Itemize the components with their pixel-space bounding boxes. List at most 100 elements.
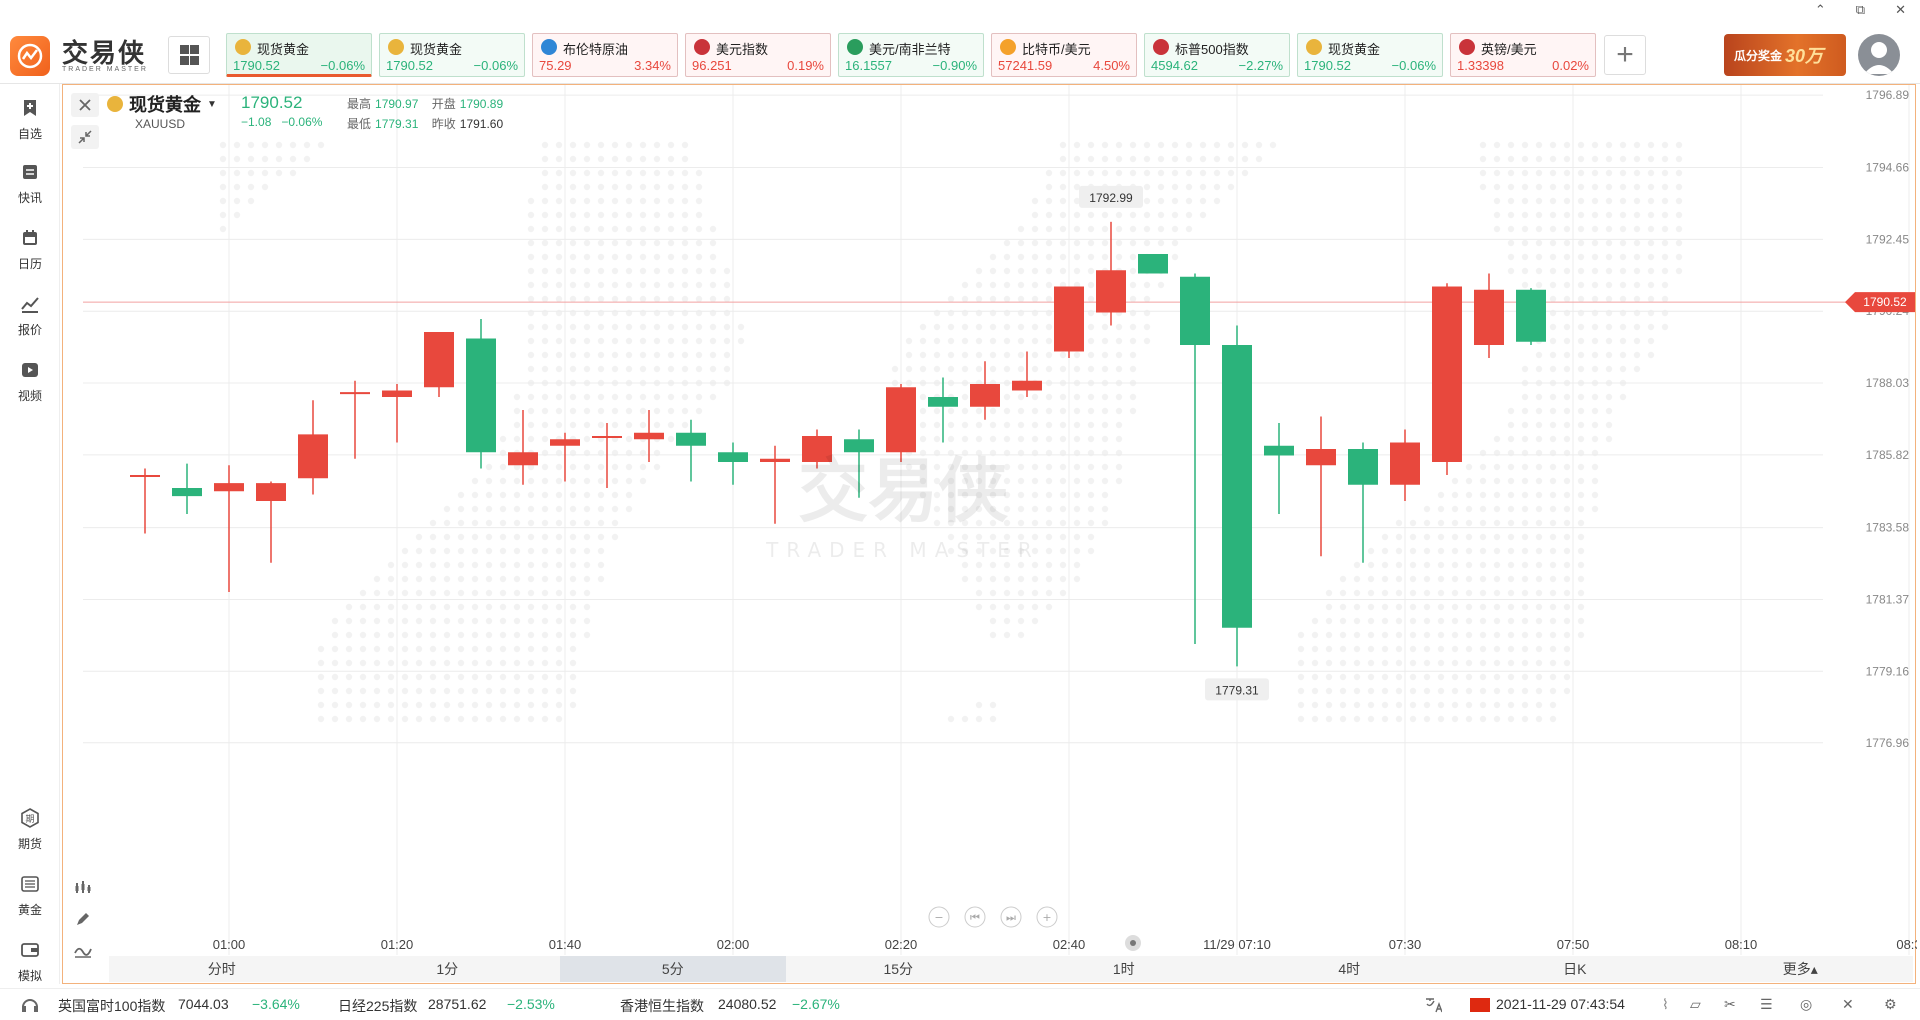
candle-body[interactable] [1012, 380, 1042, 391]
candle-body[interactable] [1138, 254, 1168, 274]
period-tab[interactable]: 1时 [1011, 956, 1237, 982]
promo-banner[interactable]: 瓜分奖金 30万 [1724, 34, 1846, 76]
close-chart-button[interactable] [71, 93, 99, 117]
watermark-dot [541, 617, 549, 625]
watermark-dot [1017, 491, 1025, 499]
candlestick-chart[interactable]: 1796.891794.661792.451790.241788.031785.… [63, 85, 1917, 955]
mute-icon[interactable]: ✕ [1842, 996, 1854, 1013]
minimize-icon[interactable]: ⌃ [1815, 2, 1826, 18]
ticker-card[interactable]: 现货黄金 1790.52 −0.06% [226, 33, 372, 77]
candle-body[interactable] [382, 390, 412, 398]
subchart-button[interactable] [69, 939, 97, 963]
candle-body[interactable] [256, 483, 286, 501]
sidebar-item-watchlist[interactable]: 自选 [0, 94, 60, 144]
candle-body[interactable] [592, 436, 622, 438]
sidebar-item-futures[interactable]: 期 期货 [0, 804, 60, 854]
candle-body[interactable] [760, 458, 790, 462]
sidebar-item-gold[interactable]: 黄金 [0, 870, 60, 920]
candle-body[interactable] [1222, 345, 1252, 628]
network-icon[interactable]: ⌇ [1662, 996, 1669, 1013]
avatar[interactable] [1858, 34, 1900, 76]
headset-icon[interactable] [20, 995, 40, 1015]
candle-body[interactable] [508, 452, 538, 466]
candle-body[interactable] [676, 432, 706, 446]
watermark-dot [569, 421, 577, 429]
period-tab[interactable]: 更多▴ [1688, 956, 1914, 982]
watermark-dot [1325, 645, 1333, 653]
watermark-dot [1591, 435, 1599, 443]
layout-grid-button[interactable] [168, 36, 210, 74]
ticker-card[interactable]: 标普500指数 4594.62 −2.27% [1144, 33, 1290, 77]
index-name-nikkei[interactable]: 日经225指数 [338, 996, 417, 1016]
candle-body[interactable] [970, 384, 1000, 407]
add-ticker-button[interactable]: + [1604, 35, 1646, 75]
candle-body[interactable] [886, 387, 916, 453]
screen-icon[interactable]: ▱ [1690, 996, 1701, 1013]
candle-body[interactable] [1390, 442, 1420, 485]
ticker-card[interactable]: 现货黄金 1790.52 −0.06% [1297, 33, 1443, 77]
period-tab[interactable]: 分时 [109, 956, 335, 982]
candle-body[interactable] [1180, 276, 1210, 345]
candle-body[interactable] [1474, 289, 1504, 345]
sidebar-item-simulate[interactable]: 模拟 [0, 936, 60, 986]
period-tab[interactable]: 1分 [335, 956, 561, 982]
ticker-card[interactable]: 英镑/美元 1.33398 0.02% [1450, 33, 1596, 77]
settings-icon[interactable]: ⚙ [1884, 996, 1897, 1013]
ticker-card[interactable]: 美元/南非兰特 16.1557 −0.90% [838, 33, 984, 77]
period-tab[interactable]: 日K [1462, 956, 1688, 982]
candle-body[interactable] [1096, 270, 1126, 313]
watermark-dot [1017, 463, 1025, 471]
tools-icon[interactable]: ✂ [1724, 996, 1736, 1013]
candle-body[interactable] [1432, 286, 1462, 463]
index-name-ftse[interactable]: 英国富时100指数 [58, 996, 165, 1016]
app-logo[interactable]: 交易侠 TRADER MASTER [10, 36, 148, 76]
period-tab[interactable]: 4时 [1237, 956, 1463, 982]
ticker-card[interactable]: 比特币/美元 57241.59 4.50% [991, 33, 1137, 77]
candle-body[interactable] [718, 452, 748, 462]
candle-body[interactable] [424, 332, 454, 388]
watermark-dot [1633, 183, 1641, 191]
sidebar-item-video[interactable]: 视频 [0, 356, 60, 406]
watermark-dot [1143, 141, 1151, 149]
index-name-hsi[interactable]: 香港恒生指数 [620, 996, 704, 1016]
candle-body[interactable] [1264, 445, 1294, 456]
candle-body[interactable] [1054, 286, 1084, 352]
symbol-selector[interactable]: 现货黄金 ▼ [107, 91, 217, 117]
candle-body[interactable] [172, 488, 202, 497]
collapse-chart-button[interactable] [71, 125, 99, 149]
watermark-dot [639, 365, 647, 373]
candle-body[interactable] [634, 432, 664, 440]
candle-body[interactable] [550, 439, 580, 446]
candle-body[interactable] [1348, 449, 1378, 485]
ticker-card[interactable]: 现货黄金 1790.52 −0.06% [379, 33, 525, 77]
watermark-dot [1675, 141, 1683, 149]
candle-body[interactable] [928, 397, 958, 407]
candle-body[interactable] [298, 434, 328, 479]
candle-body[interactable] [466, 338, 496, 453]
watermark-dot [569, 393, 577, 401]
ticker-card[interactable]: 布伦特原油 75.29 3.34% [532, 33, 678, 77]
restore-icon[interactable]: ⧉ [1856, 2, 1865, 18]
watermark-dot [611, 477, 619, 485]
sidebar-item-calendar[interactable]: 日历 [0, 224, 60, 274]
candle-body[interactable] [1306, 449, 1336, 466]
candle-body[interactable] [130, 475, 160, 477]
translate-icon[interactable] [1424, 996, 1442, 1014]
ticker-card[interactable]: 美元指数 96.251 0.19% [685, 33, 831, 77]
draw-button[interactable] [69, 907, 97, 931]
period-tab[interactable]: 5分 [560, 956, 786, 982]
watermark-dot [513, 631, 521, 639]
indicator-button[interactable] [69, 875, 97, 899]
sidebar-item-quotes[interactable]: 报价 [0, 290, 60, 340]
watermark-dot [961, 351, 969, 359]
watermark-dot [681, 393, 689, 401]
candle-body[interactable] [340, 392, 370, 395]
candle-body[interactable] [214, 483, 244, 492]
camera-icon[interactable]: ◎ [1800, 996, 1812, 1013]
sidebar-item-news[interactable]: 快讯 [0, 158, 60, 208]
period-tab[interactable]: 15分 [786, 956, 1012, 982]
close-window-icon[interactable]: ✕ [1895, 2, 1906, 18]
watermark-dot [527, 435, 535, 443]
candle-body[interactable] [1516, 289, 1546, 342]
list-icon[interactable]: ☰ [1760, 996, 1773, 1013]
